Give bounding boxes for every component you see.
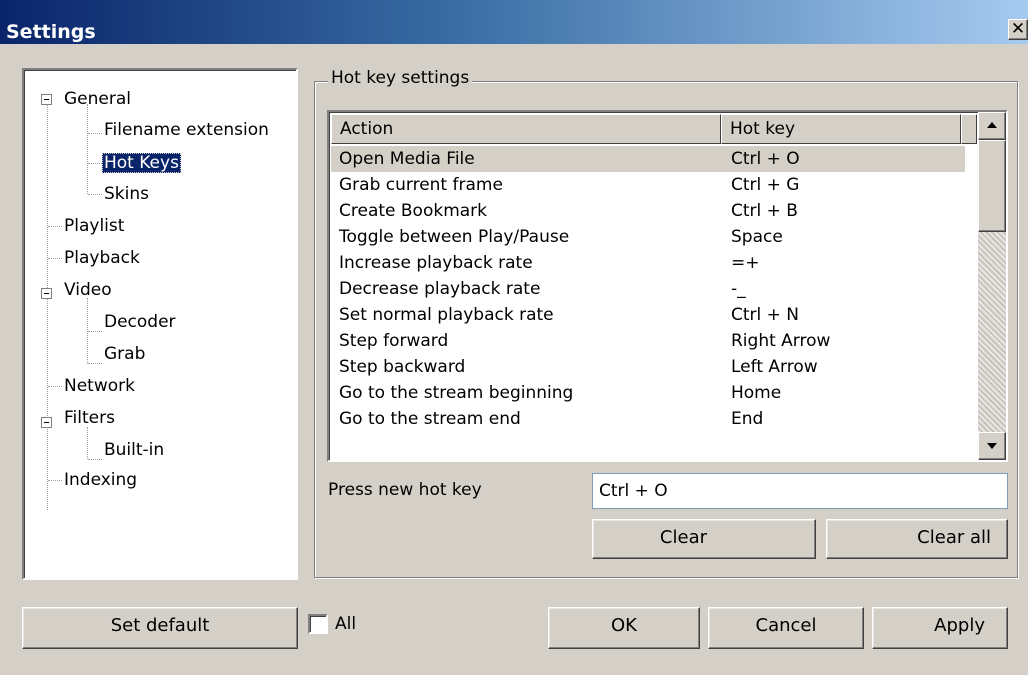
row-hotkey: =+ — [731, 253, 760, 273]
row-hotkey: Space — [731, 227, 783, 247]
row-action: Open Media File — [339, 149, 475, 169]
row-hotkey: End — [731, 409, 764, 429]
tree-item-skins[interactable]: Skins — [102, 182, 151, 206]
row-action: Toggle between Play/Pause — [339, 227, 570, 247]
cancel-button[interactable]: Cancel — [708, 607, 864, 649]
column-header-hotkey[interactable]: Hot key — [721, 114, 961, 144]
press-hotkey-label: Press new hot key — [328, 480, 482, 500]
tree-item-network[interactable]: Network — [62, 374, 137, 398]
title-bar[interactable]: Settings ✕ — [0, 0, 1028, 44]
clear-button[interactable]: Clear — [592, 519, 816, 559]
close-button[interactable]: ✕ — [1008, 19, 1028, 40]
row-action: Step backward — [339, 357, 466, 377]
scroll-thumb[interactable] — [978, 140, 1006, 232]
tree-line — [87, 427, 88, 459]
all-checkbox[interactable] — [308, 614, 328, 634]
row-action: Set normal playback rate — [339, 305, 554, 325]
collapse-toggle-filters[interactable] — [41, 417, 52, 428]
tree-item-playback[interactable]: Playback — [62, 246, 142, 270]
tree-line — [47, 104, 48, 510]
tree-item-indexing[interactable]: Indexing — [62, 468, 139, 492]
tree-line — [48, 226, 62, 227]
column-header-action[interactable]: Action — [331, 114, 721, 144]
tree-line — [88, 133, 102, 134]
table-row[interactable]: Increase playback rate =+ — [331, 250, 965, 276]
close-icon: ✕ — [1010, 19, 1026, 39]
table-row[interactable]: Create Bookmark Ctrl + B — [331, 198, 965, 224]
tree-item-playlist[interactable]: Playlist — [62, 214, 126, 238]
arrow-down-icon — [987, 443, 997, 449]
tree-item-video[interactable]: Video — [62, 278, 114, 302]
all-checkbox-label[interactable]: All — [335, 614, 356, 634]
arrow-up-icon — [987, 122, 997, 128]
tree-line — [48, 480, 62, 481]
tree-item-filename-extension[interactable]: Filename extension — [102, 118, 271, 142]
row-hotkey: Right Arrow — [731, 331, 831, 351]
table-row[interactable]: Step forward Right Arrow — [331, 328, 965, 354]
tree-item-hot-keys[interactable]: Hot Keys — [102, 151, 181, 175]
scroll-down-button[interactable] — [978, 432, 1006, 460]
apply-button[interactable]: Apply — [872, 607, 1008, 649]
tree-line — [48, 258, 62, 259]
row-hotkey: Home — [731, 383, 782, 403]
tree-line — [48, 386, 62, 387]
row-hotkey: Left Arrow — [731, 357, 818, 377]
hot-key-list[interactable]: Action Hot key Open Media File Ctrl + O … — [327, 110, 1008, 462]
tree-line — [88, 194, 102, 195]
row-action: Increase playback rate — [339, 253, 533, 273]
collapse-toggle-video[interactable] — [41, 288, 52, 299]
scroll-up-button[interactable] — [978, 112, 1006, 140]
row-action: Create Bookmark — [339, 201, 488, 221]
group-title: Hot key settings — [328, 68, 473, 88]
table-row[interactable]: Step backward Left Arrow — [331, 354, 965, 380]
settings-dialog: Settings ✕ General Filename extension Ho… — [0, 0, 1028, 675]
row-hotkey: Ctrl + B — [731, 201, 798, 221]
row-action: Grab current frame — [339, 175, 503, 195]
hotkey-input[interactable]: Ctrl + O — [592, 473, 1008, 509]
table-row[interactable]: Grab current frame Ctrl + G — [331, 172, 965, 198]
row-action: Go to the stream beginning — [339, 383, 574, 403]
row-hotkey: -_ — [731, 279, 746, 299]
tree-line — [87, 104, 88, 194]
tree-line — [88, 331, 102, 332]
column-header-filler — [961, 114, 977, 144]
tree-line — [88, 459, 102, 460]
table-row[interactable]: Decrease playback rate -_ — [331, 276, 965, 302]
vertical-scrollbar[interactable] — [978, 112, 1006, 460]
row-action: Go to the stream end — [339, 409, 521, 429]
tree-line — [88, 363, 102, 364]
tree-item-built-in[interactable]: Built-in — [102, 438, 166, 462]
clear-all-button[interactable]: Clear all — [826, 519, 1008, 559]
tree-item-grab[interactable]: Grab — [102, 342, 147, 366]
settings-tree[interactable]: General Filename extension Hot Keys Skin… — [22, 68, 298, 580]
ok-button[interactable]: OK — [548, 607, 700, 649]
row-action: Step forward — [339, 331, 449, 351]
tree-item-filters[interactable]: Filters — [62, 406, 117, 430]
table-row[interactable]: Go to the stream beginning Home — [331, 380, 965, 406]
table-row[interactable]: Go to the stream end End — [331, 406, 965, 432]
window-title: Settings — [6, 21, 96, 43]
tree-item-decoder[interactable]: Decoder — [102, 310, 178, 334]
row-hotkey: Ctrl + G — [731, 175, 800, 195]
set-default-button[interactable]: Set default — [22, 607, 298, 649]
table-row[interactable]: Open Media File Ctrl + O — [331, 146, 965, 172]
row-action: Decrease playback rate — [339, 279, 541, 299]
tree-item-general[interactable]: General — [62, 87, 133, 111]
table-row[interactable]: Toggle between Play/Pause Space — [331, 224, 965, 250]
row-hotkey: Ctrl + N — [731, 305, 800, 325]
row-hotkey: Ctrl + O — [731, 149, 800, 169]
table-row[interactable]: Set normal playback rate Ctrl + N — [331, 302, 965, 328]
tree-line — [88, 163, 102, 164]
collapse-toggle-general[interactable] — [41, 94, 52, 105]
